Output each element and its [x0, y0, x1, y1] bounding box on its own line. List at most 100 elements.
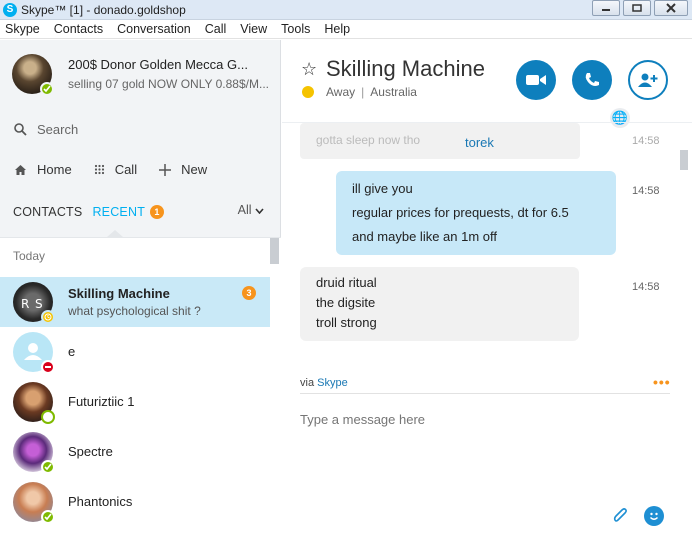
search-input[interactable]: Search	[37, 122, 78, 137]
online-status-icon	[41, 460, 55, 474]
message-input[interactable]	[300, 412, 660, 427]
tab-recent[interactable]: RECENT 1	[92, 205, 165, 219]
message-line: and maybe like an 1m off	[352, 229, 498, 244]
home-label: Home	[37, 162, 72, 177]
divider	[300, 393, 670, 394]
message-line: ill give you	[352, 181, 413, 196]
close-button[interactable]	[654, 0, 688, 16]
contact-name: e	[68, 344, 76, 359]
list-item[interactable]: RS Skilling Machine what psychological s…	[0, 277, 270, 327]
filter-label: All	[237, 203, 252, 217]
maximize-icon	[632, 4, 642, 12]
add-people-button[interactable]	[628, 60, 668, 100]
search-icon	[14, 123, 27, 136]
add-person-icon	[638, 73, 658, 87]
message-timestamp: 14:58	[632, 281, 660, 293]
via-text: via	[300, 377, 315, 389]
home-button[interactable]: Home	[14, 162, 72, 177]
message-line: the digsite	[316, 295, 376, 310]
tab-recent-label: RECENT	[92, 205, 146, 219]
filter-dropdown[interactable]: All	[238, 203, 264, 217]
menu-contacts[interactable]: Contacts	[54, 22, 103, 36]
new-button[interactable]: New	[159, 162, 207, 177]
message-timestamp: 14:58	[632, 135, 660, 147]
away-clock-icon	[302, 86, 314, 98]
recent-count-badge: 1	[150, 205, 165, 219]
message-line: troll strong	[316, 315, 377, 330]
favorite-star-icon[interactable]: ☆	[301, 59, 317, 80]
chevron-down-icon	[255, 208, 264, 215]
via-skype-link[interactable]: Skype	[317, 377, 348, 389]
profile-mood: selling 07 gold NOW ONLY 0.88$/M...	[68, 77, 269, 91]
contact-name: Futuriztiic 1	[68, 394, 135, 409]
list-item[interactable]: Futuriztiic 1	[0, 377, 270, 427]
contact-status: Away | Australia	[302, 85, 417, 99]
tab-contacts[interactable]: CONTACTS	[13, 205, 82, 219]
away-status-icon	[41, 310, 55, 324]
svg-text:R: R	[21, 297, 29, 311]
video-camera-icon	[526, 75, 546, 85]
dnd-status-icon	[41, 360, 55, 374]
maximize-button[interactable]	[623, 0, 651, 16]
list-tabs: CONTACTS RECENT 1 All	[13, 202, 268, 222]
message-history: gotta sleep now tho torek 14:58 ill give…	[282, 122, 692, 380]
message-line: druid ritual	[316, 275, 377, 290]
search-box[interactable]: Search	[14, 122, 78, 137]
profile-card[interactable]: 200$ Donor Golden Mecca G... selling 07 …	[12, 54, 272, 96]
title-bar: S Skype™ [1] - donado.goldshop	[0, 0, 692, 20]
menu-help[interactable]: Help	[324, 22, 350, 36]
recent-list: Today RS Skilling Machine what psycholog…	[0, 237, 281, 538]
online-status-icon	[40, 82, 54, 96]
video-call-button[interactable]	[516, 60, 556, 100]
list-scrollbar[interactable]	[270, 238, 279, 264]
svg-text:S: S	[35, 297, 43, 311]
menu-tools[interactable]: Tools	[281, 22, 310, 36]
dialpad-icon	[94, 164, 104, 174]
message-line: regular prices for prequests, dt for 6.5	[352, 205, 569, 220]
home-icon	[15, 164, 26, 175]
menu-call[interactable]: Call	[205, 22, 227, 36]
more-options-icon[interactable]: •••	[653, 374, 671, 390]
online-status-icon	[41, 510, 55, 524]
phone-icon	[585, 73, 599, 86]
call-label: Call	[114, 162, 138, 177]
via-label: via Skype	[300, 377, 348, 389]
list-item[interactable]: Phantonics	[0, 477, 270, 527]
message-timestamp: 14:58	[632, 185, 660, 197]
conversation-pane: ☆ Skilling Machine Away | Australia 🌐 go…	[282, 40, 692, 538]
contact-name: Skilling Machine	[68, 286, 170, 301]
sidebar: 200$ Donor Golden Mecca G... selling 07 …	[0, 40, 281, 538]
attach-button[interactable]	[612, 508, 628, 529]
offline-status-icon	[41, 410, 55, 424]
plus-icon	[159, 163, 172, 176]
menu-bar: Skype Contacts Conversation Call View To…	[0, 20, 692, 39]
location-text: Australia	[370, 85, 417, 99]
status-separator: |	[361, 85, 365, 99]
menu-conversation[interactable]: Conversation	[117, 22, 191, 36]
unread-badge: 3	[242, 286, 256, 300]
window-controls	[592, 0, 688, 16]
menu-view[interactable]: View	[240, 22, 267, 36]
menu-skype[interactable]: Skype	[5, 22, 40, 36]
section-header: Today	[13, 249, 46, 263]
message-bubble-outgoing: ill give you regular prices for prequest…	[336, 171, 616, 255]
new-label: New	[181, 162, 208, 177]
nav-bar: Home Call New	[14, 162, 229, 177]
profile-name: 200$ Donor Golden Mecca G...	[68, 57, 248, 72]
window-title: Skype™ [1] - donado.goldshop	[21, 2, 186, 17]
message-text: torek	[465, 135, 494, 150]
conversation-scrollbar[interactable]	[680, 150, 688, 170]
list-item[interactable]: Spectre	[0, 427, 270, 477]
contact-name: Phantonics	[68, 494, 133, 509]
emoticon-button[interactable]	[644, 506, 664, 526]
close-icon	[666, 3, 676, 13]
skype-logo-icon: S	[3, 2, 17, 17]
conversation-title: Skilling Machine	[326, 56, 485, 81]
tab-indicator	[107, 230, 123, 237]
list-item[interactable]: e	[0, 327, 270, 377]
smiley-icon	[650, 512, 658, 520]
minimize-button[interactable]	[592, 0, 620, 16]
audio-call-button[interactable]	[572, 60, 612, 100]
call-button[interactable]: Call	[94, 162, 137, 177]
paperclip-icon	[613, 508, 627, 522]
